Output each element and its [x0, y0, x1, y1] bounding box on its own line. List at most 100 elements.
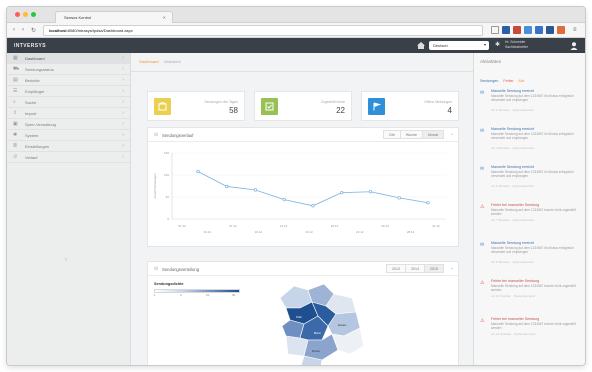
x-tick-label: 16.12 [305, 230, 313, 234]
activity-panel: Aktivitäten Sendungen Fehler Alle ✉ Manue… [473, 53, 585, 365]
legend-tick: 3 [180, 293, 182, 297]
range-buttons: 2013 2014 2015 [386, 264, 444, 273]
minimize-window-button[interactable] [23, 12, 28, 17]
extension-blue-icon[interactable] [502, 26, 510, 34]
range-button[interactable]: Woche [399, 130, 423, 139]
activity-item-title: Manuelle Sendung erreicht [491, 241, 534, 245]
data-point [311, 204, 315, 208]
map-label: Düren [312, 349, 321, 353]
sidebar-item-label: Suche [25, 100, 37, 105]
user-icon[interactable] [570, 42, 578, 50]
activity-item-title: Fehler bei manueller Sendung [491, 279, 540, 283]
back-icon[interactable]: ‹ [13, 27, 15, 33]
activity-tab[interactable]: Sendungen [480, 79, 498, 83]
language-select[interactable]: Deutsch [429, 41, 489, 50]
reload-icon[interactable]: ↻ [31, 27, 36, 34]
distribution-map-card: ⊙ Sendungsverteilung 2013 2014 2015 ⌄ Send… [147, 261, 459, 366]
truck-icon: ⛟ [13, 66, 20, 72]
range-button[interactable]: 2015 [424, 264, 444, 273]
sidebar-item[interactable]: ▣ Sperr-Verwaltung › [7, 119, 130, 130]
activity-item-meta: vor 6 Stunden · Systembenutzer [491, 184, 535, 188]
data-point [397, 196, 401, 200]
breadcrumb-section[interactable]: Übersicht [164, 59, 181, 64]
collapse-sidebar-icon[interactable]: ‹ [65, 257, 67, 263]
forward-icon[interactable]: › [22, 27, 24, 33]
activity-item-text: Manuelle Sendung auf dem 1234567 im Modu… [491, 170, 574, 179]
sidebar-item[interactable]: ☰ Empfänger › [7, 86, 130, 97]
sidebar-item[interactable]: ▦ Dashboard › [7, 53, 130, 64]
chevron-down-icon[interactable]: ⌄ [450, 131, 454, 137]
range-button[interactable]: 24h [382, 130, 401, 139]
activity-item-meta: vor 7 Stunden · Systembenutzer [491, 218, 535, 222]
settings-icon[interactable]: ✱ [495, 41, 500, 48]
chevron-right-icon: › [122, 132, 124, 138]
warning-icon: ⚠ [480, 318, 485, 324]
browser-tab[interactable]: Sensus Kontrol ✕ [55, 11, 173, 23]
pocket-icon[interactable] [546, 26, 554, 34]
puzzle-icon[interactable] [535, 26, 543, 34]
activity-item-text: Manuelle Sendung auf dem 1234567 konnte … [491, 322, 576, 331]
stat-value: 22 [336, 106, 345, 115]
chevron-right-icon: › [122, 143, 124, 149]
home-icon[interactable] [417, 42, 425, 49]
range-button[interactable]: Monat [422, 130, 444, 139]
y-axis-label: Anzahl Sendungen [153, 173, 157, 199]
breadcrumb-current[interactable]: Dashboard [139, 59, 159, 64]
sidebar-item[interactable]: ≣ Einstellungen › [7, 141, 130, 152]
browser-toolbar: ‹ › ↻ localhost:8080/Intrasys/Ipdsa/Dash… [7, 23, 585, 38]
gear-icon: ✱ [13, 132, 18, 138]
activity-item-title: Manuelle Sendung erreicht [491, 165, 534, 169]
lock-icon: ▣ [13, 121, 18, 127]
stat-label: Zugestellt heute [320, 100, 345, 104]
reader-icon[interactable] [491, 26, 499, 34]
range-button[interactable]: 2013 [386, 264, 406, 273]
card-header: ⊙ Sendungsverteilung 2013 2014 2015 ⌄ [148, 262, 458, 276]
sidebar-item[interactable]: ⌕ Suche › [7, 97, 130, 108]
x-tick-label: 19.12 [331, 224, 339, 228]
close-window-button[interactable] [15, 12, 20, 17]
dashboard-icon: ▦ [13, 55, 18, 61]
activity-item-meta: vor 2 Stunden · Systembenutzer [491, 108, 535, 112]
card-title: Sendungsverlauf [162, 133, 194, 138]
sidebar-item[interactable]: ↺ Verlauf › [7, 152, 130, 163]
history-icon: ↺ [13, 154, 18, 160]
extension-red-icon[interactable] [513, 26, 521, 34]
address-bar[interactable]: localhost:8080/Intrasys/Ipdsa/Dashboard.… [43, 25, 483, 36]
activity-item-meta: vor 14 Stunden · Systembenutzer [491, 332, 536, 336]
flag-icon [368, 98, 385, 115]
sidebar-item[interactable]: ✱ System › [7, 130, 130, 141]
stat-label: Sendungen des Tages [204, 100, 238, 104]
sidebar-list: ▦ Dashboard › ⛟ Sendungsstatus › ▤ Berichte › ☰ Em… [7, 53, 130, 163]
legend-title: Sendungsdichte [154, 282, 184, 286]
legend-tick: 10 [206, 293, 210, 297]
extension-cube-icon[interactable] [557, 26, 565, 34]
x-tick-label: 01.12 [178, 224, 186, 228]
activity-tab[interactable]: Fehler [503, 79, 513, 83]
tab-close-icon[interactable]: ✕ [163, 15, 166, 20]
x-tick-label: 04.12 [204, 230, 212, 234]
url-path: :8080/Intrasys/Ipdsa/Dashboard.aspx [66, 28, 133, 33]
region-map[interactable]: Köln Bonn Düren Essen [260, 278, 380, 366]
range-button[interactable]: 2014 [405, 264, 425, 273]
user-info[interactable]: Hr. Schneider Sachbearbeiter [505, 40, 528, 49]
chevron-down-icon[interactable]: ⌄ [450, 265, 454, 271]
activity-item-title: Fehler bei manueller Sendung [491, 317, 540, 321]
activity-item-meta: vor 11 Stunden · Systembenutzer [491, 294, 536, 298]
data-point [196, 169, 200, 174]
chevron-right-icon: › [122, 55, 124, 61]
sidebar-item[interactable]: ▤ Berichte › [7, 75, 130, 86]
activity-tab[interactable]: Alle [518, 79, 524, 83]
sidebar-item[interactable]: ⛟ Sendungsstatus › [7, 64, 130, 75]
list-icon: ≣ [13, 143, 18, 149]
map-label: Bonn [314, 331, 321, 335]
main-content: Dashboard Übersicht Sendungen des Tages … [131, 53, 473, 366]
y-tick-label: 150 [164, 151, 169, 155]
activity-title: Aktivitäten [480, 59, 502, 64]
cloud-icon[interactable] [524, 26, 532, 34]
chart-icon: ⊙ [154, 266, 159, 272]
stat-value: 4 [447, 106, 452, 115]
zoom-window-button[interactable] [31, 12, 36, 17]
sidebar-item[interactable]: ⇪ Import › [7, 108, 130, 119]
activity-item-text: Manuelle Sendung auf dem 1234567 konnte … [491, 208, 576, 217]
menu-icon[interactable]: ≡ [573, 27, 577, 33]
